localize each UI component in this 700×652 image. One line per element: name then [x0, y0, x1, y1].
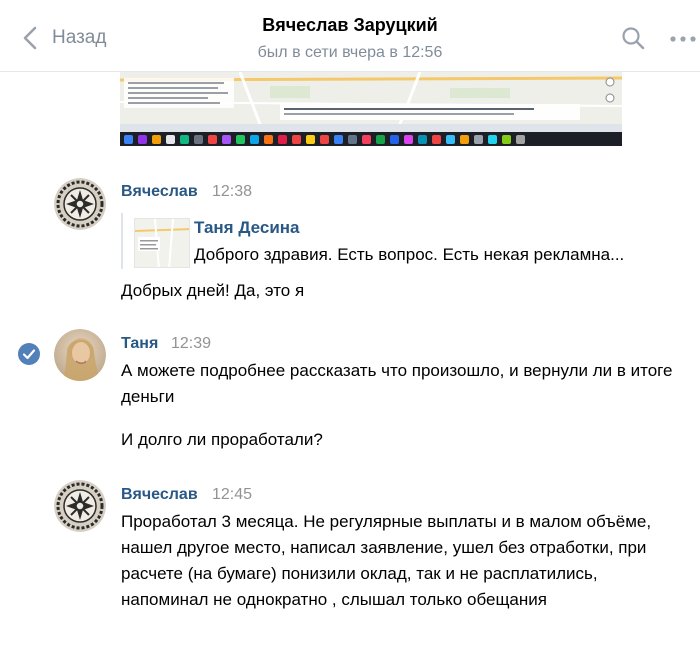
screenshot-browser-tabs — [120, 124, 622, 132]
message-time[interactable]: 12:38 — [212, 183, 252, 201]
chat-header: Назад Вячеслав Заруцкий был в сети вчера… — [0, 0, 700, 72]
chat-title: Вячеслав Заруцкий — [262, 15, 438, 35]
forwarded-author[interactable]: Таня Десина — [194, 218, 300, 238]
message-time[interactable]: 12:45 — [212, 486, 252, 504]
message-author[interactable]: Вячеслав — [121, 486, 198, 504]
forwarded-image-thumbnail[interactable] — [134, 218, 190, 268]
message-time[interactable]: 12:39 — [171, 335, 211, 353]
attached-screenshot-image[interactable] — [120, 72, 622, 146]
message-author[interactable]: Таня — [121, 335, 158, 353]
avatar-photo-icon — [54, 329, 106, 381]
screenshot-map-area — [120, 72, 622, 124]
message-author[interactable]: Вячеслав — [121, 183, 198, 201]
more-icon[interactable] — [670, 36, 700, 42]
message-text: Добрых дней! Да, это я — [121, 281, 305, 300]
avatar-vyacheslav[interactable] — [54, 178, 106, 230]
chat-status: был в сети вчера в 12:56 — [257, 44, 443, 61]
message-text: И долго ли проработали? — [121, 430, 323, 449]
forwarded-text: Доброго здравия. Есть вопрос. Есть некая… — [194, 245, 625, 264]
message-text: Проработал 3 месяца. Не регулярные выпла… — [121, 512, 652, 609]
selected-check-icon[interactable] — [18, 343, 40, 365]
chat-title-block[interactable]: Вячеслав Заруцкий был в сети вчера в 12:… — [0, 14, 700, 65]
avatar-emblem-icon — [54, 178, 106, 230]
message-text: А можете подробнее рассказать что произо… — [121, 361, 673, 406]
screenshot-taskbar — [120, 132, 622, 146]
search-icon[interactable] — [621, 26, 645, 50]
forwarded-message[interactable]: Таня Десина Доброго здравия. Есть вопрос… — [121, 213, 681, 269]
avatar-tanya[interactable] — [54, 329, 106, 381]
avatar-vyacheslav[interactable] — [54, 480, 106, 532]
avatar-emblem-icon — [54, 480, 106, 532]
